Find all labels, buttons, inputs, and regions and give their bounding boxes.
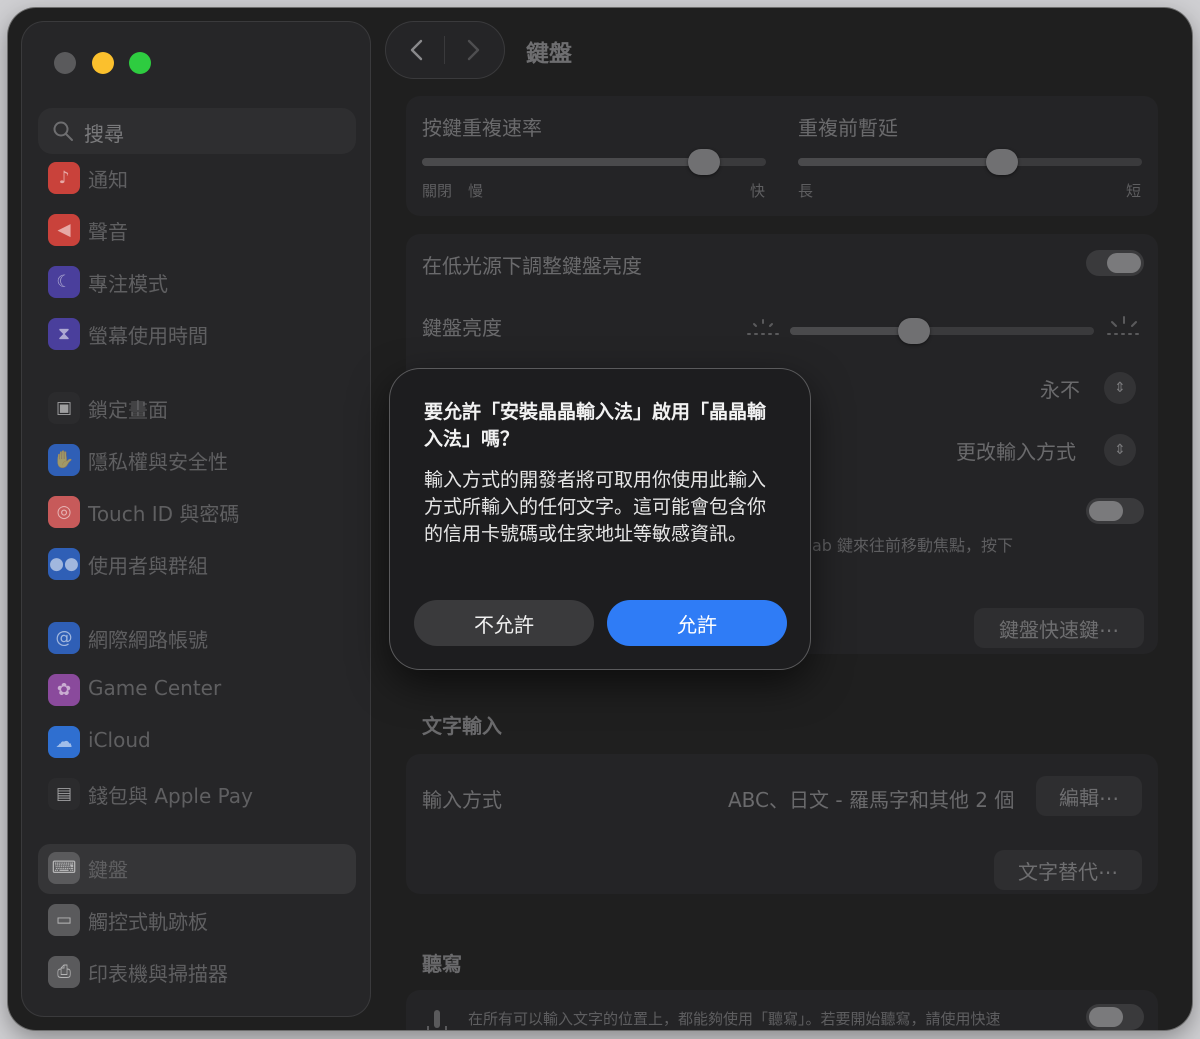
- text-replacements-button[interactable]: 文字替代⋯: [994, 850, 1142, 890]
- dictation-toggle[interactable]: [1086, 1004, 1144, 1030]
- microphone-icon: [427, 1010, 447, 1030]
- repeat-rate-knob[interactable]: [688, 149, 720, 175]
- sidebar-item-trackpad[interactable]: ▭ 觸控式軌跡板: [38, 896, 356, 946]
- sidebar-item-wallet[interactable]: ▤ 錢包與 Apple Pay: [38, 770, 356, 820]
- text-input-card: 輸入方式 ABC、日文 - 羅馬字和其他 2 個 編輯⋯ 文字替代⋯: [406, 754, 1158, 894]
- minimize-window-button[interactable]: [92, 52, 114, 74]
- turn-off-stepper[interactable]: ⇕: [1104, 372, 1136, 404]
- dictation-toggle-knob: [1089, 1007, 1123, 1027]
- sidebar-item-icloud[interactable]: ☁ iCloud: [38, 718, 356, 768]
- delay-long-label: 長: [798, 182, 814, 200]
- repeat-rate-fast-label: 快: [750, 182, 766, 200]
- back-icon[interactable]: [404, 36, 430, 64]
- game-center-icon: ✿: [48, 674, 80, 706]
- sidebar-item-printers[interactable]: ⎙ 印表機與掃描器: [38, 948, 356, 998]
- keyboard-navigation-toggle[interactable]: [1086, 498, 1144, 524]
- keyboard-shortcuts-button[interactable]: 鍵盤快速鍵⋯: [974, 608, 1144, 648]
- text-input-heading: 文字輸入: [422, 714, 502, 738]
- hand-icon: ✋: [48, 444, 80, 476]
- permission-dialog: 要允許「安裝晶晶輸入法」啟用「晶晶輸入法」嗎？ 輸入方式的開發者將可取用你使用此…: [390, 369, 810, 669]
- delay-knob[interactable]: [986, 149, 1018, 175]
- delay-short-label: 短: [1126, 182, 1142, 200]
- edit-input-sources-button[interactable]: 編輯⋯: [1036, 776, 1142, 816]
- delay-fill: [798, 158, 1001, 166]
- nav-divider: [444, 36, 445, 64]
- sidebar-item-privacy[interactable]: ✋ 隱私權與安全性: [38, 436, 356, 486]
- speaker-icon: ◀: [48, 214, 80, 246]
- input-sources-value: ABC、日文 - 羅馬字和其他 2 個: [728, 788, 1015, 812]
- low-light-toggle[interactable]: [1086, 250, 1144, 276]
- sidebar-item-game-center[interactable]: ✿ Game Center: [38, 666, 356, 716]
- dictation-card: 在所有可以輸入文字的位置上，都能夠使用「聽寫」。若要開始聽寫，請使用快速: [406, 990, 1158, 1030]
- lock-icon: ▣: [48, 392, 80, 424]
- sidebar-item-touch-id[interactable]: ◎ Touch ID 與密碼: [38, 488, 356, 538]
- sidebar-item-lock-screen[interactable]: ▣ 鎖定畫面: [38, 384, 356, 434]
- repeat-rate-label: 按鍵重複速率: [422, 116, 542, 140]
- brightness-knob[interactable]: [898, 318, 930, 344]
- low-light-label: 在低光源下調整鍵盤亮度: [422, 254, 642, 278]
- turn-off-value: 永不: [1040, 378, 1080, 402]
- low-light-toggle-knob: [1107, 253, 1141, 273]
- keyboard-navigation-hint: ab 鍵來往前移動焦點，按下: [812, 536, 1014, 555]
- input-key-value: 更改輸入方式: [956, 440, 1076, 464]
- navigation-buttons: [386, 22, 504, 78]
- dictation-heading: 聽寫: [422, 952, 462, 976]
- repeat-rate-slow-label: 慢: [468, 182, 484, 200]
- users-icon: ●●: [48, 548, 80, 580]
- brightness-slider[interactable]: [790, 327, 1094, 335]
- bell-icon: ♪: [48, 162, 80, 194]
- search-input[interactable]: 搜尋: [38, 108, 356, 154]
- brightness-label: 鍵盤亮度: [422, 316, 502, 340]
- brightness-high-icon: [1107, 316, 1141, 335]
- zoom-window-button[interactable]: [129, 52, 151, 74]
- brightness-low-icon: [747, 319, 779, 335]
- cloud-icon: ☁: [48, 726, 80, 758]
- keyboard-navigation-toggle-knob: [1089, 501, 1123, 521]
- delay-slider[interactable]: [798, 158, 1142, 166]
- repeat-rate-fill: [422, 158, 705, 166]
- sidebar-item-internet-accounts[interactable]: @ 網際網路帳號: [38, 614, 356, 664]
- sidebar-item-sound[interactable]: ◀ 聲音: [38, 206, 356, 256]
- dictation-description: 在所有可以輸入文字的位置上，都能夠使用「聽寫」。若要開始聽寫，請使用快速: [468, 1010, 1001, 1028]
- key-repeat-card: 按鍵重複速率 關閉 慢 快 重複前暫延 長 短: [406, 96, 1158, 216]
- allow-button[interactable]: 允許: [607, 600, 787, 646]
- sidebar-item-notifications[interactable]: ♪ 通知: [38, 154, 356, 204]
- sidebar-item-users[interactable]: ●● 使用者與群組: [38, 540, 356, 590]
- at-icon: @: [48, 622, 80, 654]
- sidebar: 搜尋 ♪ 通知 ◀ 聲音 ☾ 專注模式 ⧗ 螢幕使用時間 ▣ 鎖定畫面 ✋ 隱私…: [22, 22, 370, 1016]
- hourglass-icon: ⧗: [48, 318, 80, 350]
- dialog-title: 要允許「安裝晶晶輸入法」啟用「晶晶輸入法」嗎？: [424, 401, 767, 450]
- printer-icon: ⎙: [48, 956, 80, 988]
- sidebar-item-screen-time[interactable]: ⧗ 螢幕使用時間: [38, 310, 356, 360]
- deny-button[interactable]: 不允許: [414, 600, 594, 646]
- dialog-message: 輸入方式的開發者將可取用你使用此輸入方式所輸入的任何文字。這可能會包含你的信用卡…: [424, 469, 767, 545]
- delay-label: 重複前暫延: [798, 116, 898, 140]
- search-placeholder: 搜尋: [84, 122, 124, 146]
- trackpad-icon: ▭: [48, 904, 80, 936]
- fingerprint-icon: ◎: [48, 496, 80, 528]
- close-window-button[interactable]: [54, 52, 76, 74]
- repeat-rate-off-label: 關閉: [422, 182, 453, 200]
- sidebar-item-keyboard[interactable]: ⌨ 鍵盤: [38, 844, 356, 894]
- moon-icon: ☾: [48, 266, 80, 298]
- search-icon: [53, 121, 73, 141]
- keyboard-icon: ⌨: [48, 852, 80, 884]
- input-key-stepper[interactable]: ⇕: [1104, 434, 1136, 466]
- input-sources-label: 輸入方式: [422, 788, 502, 812]
- page-title: 鍵盤: [526, 41, 572, 67]
- wallet-icon: ▤: [48, 778, 80, 810]
- sidebar-item-focus[interactable]: ☾ 專注模式: [38, 258, 356, 308]
- forward-icon[interactable]: [460, 36, 486, 64]
